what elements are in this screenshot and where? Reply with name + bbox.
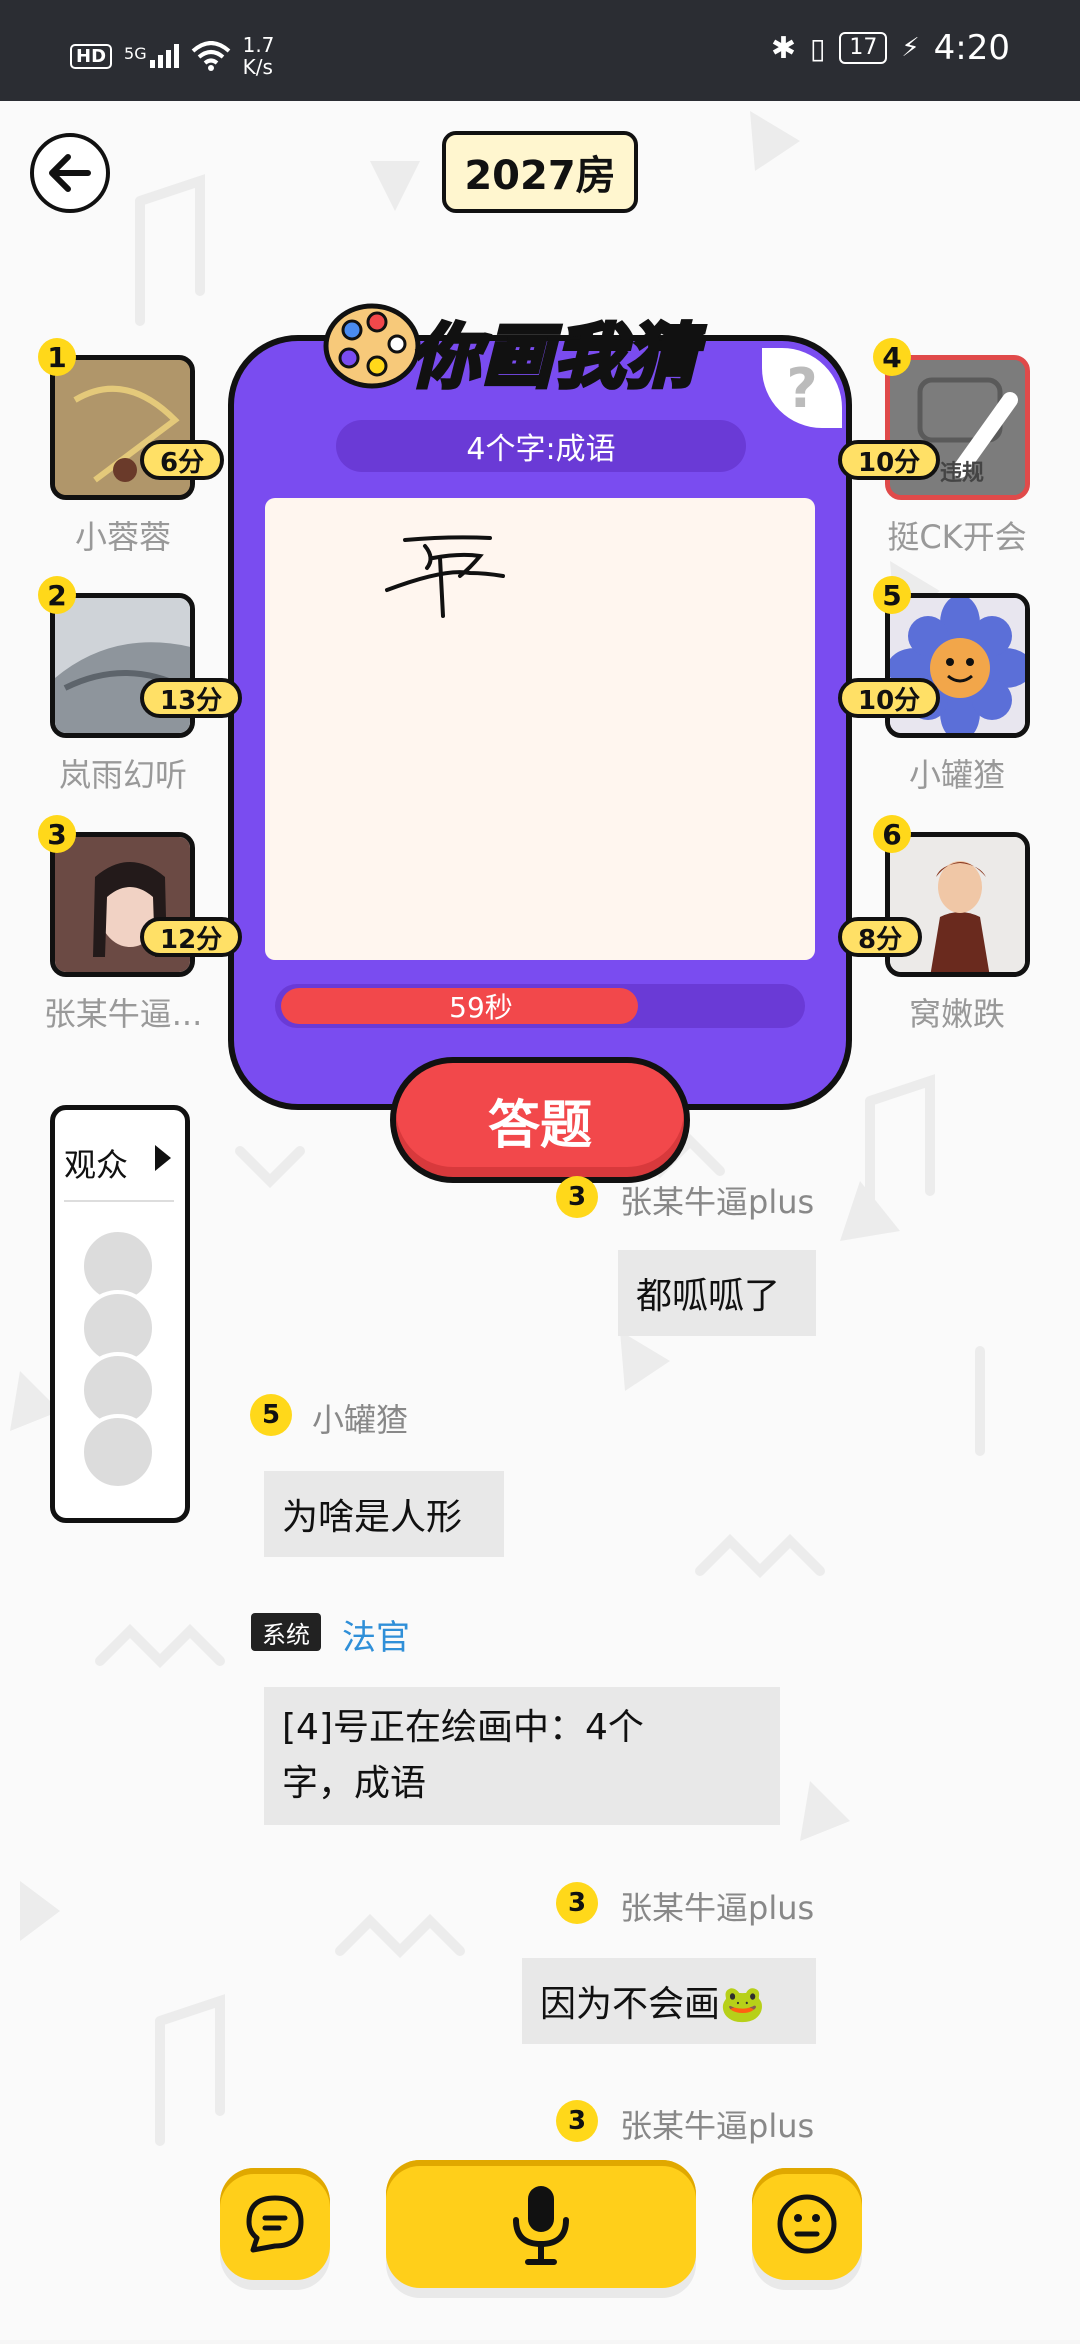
chat-bubble: 都呱呱了: [618, 1250, 816, 1336]
bubble-line: 字，成语: [282, 1763, 427, 1804]
battery-indicator: 17: [839, 32, 888, 64]
chat-sender: 张某牛逼plus: [620, 2107, 815, 2145]
sketch: [385, 535, 505, 618]
vibrate-icon: ▯: [809, 31, 826, 65]
chat-bubble: [4]号正在绘画中：4个 字，成语: [264, 1687, 780, 1825]
bluetooth-icon: ✱: [770, 30, 796, 66]
seat-number: 6: [873, 815, 911, 853]
hd-indicator: HD: [70, 43, 113, 69]
player-name: 小蓉蓉: [74, 518, 171, 556]
wifi-icon: [191, 41, 230, 71]
chat-sender: 小罐猹: [312, 1401, 409, 1439]
emoji-button[interactable]: [752, 2168, 862, 2280]
chat-sender: 张某牛逼plus: [620, 1183, 815, 1221]
audience-label[interactable]: 观众: [64, 1140, 128, 1186]
chat-bubble: 为啥是人形: [264, 1471, 504, 1557]
timer-label: 59秒: [449, 991, 513, 1024]
player-name: 挺CK开会: [887, 518, 1027, 556]
seat-number: 2: [38, 576, 76, 614]
seat-number: 5: [873, 576, 911, 614]
clock: 4:20: [933, 28, 1010, 68]
signal-icon: 5G: [124, 44, 179, 68]
chat-sender: 法官: [342, 1618, 410, 1658]
bubble-line: [4]号正在绘画中：4个: [282, 1707, 644, 1748]
divider: [64, 1200, 174, 1202]
caret-right-icon[interactable]: [155, 1145, 171, 1171]
seat-number: 3: [38, 815, 76, 853]
chat-seat-number: 3: [556, 1176, 598, 1218]
chat-input-button[interactable]: [220, 2168, 330, 2280]
player-name: 张某牛逼...: [43, 995, 203, 1033]
drawing-canvas[interactable]: [265, 498, 815, 960]
chat-bubble-icon: [246, 2195, 304, 2253]
system-tag: 系统: [251, 1613, 321, 1651]
chat-bubble: 因为不会画🐸: [522, 1958, 816, 2044]
seat-number: 1: [38, 338, 76, 376]
chat-seat-number: 3: [556, 2100, 598, 2142]
player-name: 小罐猹: [908, 756, 1005, 794]
room-number: 2027房: [442, 131, 638, 213]
status-bar: HD 5G 1.7 K/s ✱ ▯ 17 ⚡ 4:20: [0, 0, 1080, 101]
chat-sender: 张某牛逼plus: [620, 1889, 815, 1927]
score-badge: 8分: [838, 917, 923, 957]
score-badge: 10分: [838, 440, 941, 480]
game-title-text: 你画我猜: [408, 314, 698, 400]
speed-value: 1.7: [242, 33, 275, 57]
back-button[interactable]: [30, 133, 110, 213]
score-badge: 12分: [140, 917, 243, 957]
score-badge: 10分: [838, 678, 941, 718]
player-name: 岚雨幻听: [58, 756, 187, 794]
microphone-icon: [513, 2186, 569, 2265]
palette-icon: [322, 300, 422, 392]
speed-unit: K/s: [242, 55, 273, 79]
seat-number: 4: [873, 338, 911, 376]
network-speed: 1.7 K/s: [243, 34, 275, 78]
arrow-left-icon: [49, 154, 91, 192]
avatar-image: [890, 837, 1025, 972]
score-badge: 6分: [140, 440, 225, 480]
answer-button[interactable]: 答题: [390, 1057, 690, 1183]
player-name: 窝嫩跌: [908, 995, 1005, 1033]
score-badge: 13分: [140, 678, 243, 718]
voice-button[interactable]: [386, 2160, 696, 2288]
signal-label: 5G: [124, 44, 147, 63]
audience-seat[interactable]: [80, 1414, 156, 1490]
smiley-icon: [777, 2194, 837, 2254]
charging-icon: ⚡: [901, 33, 920, 63]
violation-badge: 违规: [940, 461, 985, 486]
chat-seat-number: 5: [250, 1394, 292, 1436]
word-hint: 4个字:成语: [336, 420, 746, 472]
chat-seat-number: 3: [556, 1882, 598, 1924]
